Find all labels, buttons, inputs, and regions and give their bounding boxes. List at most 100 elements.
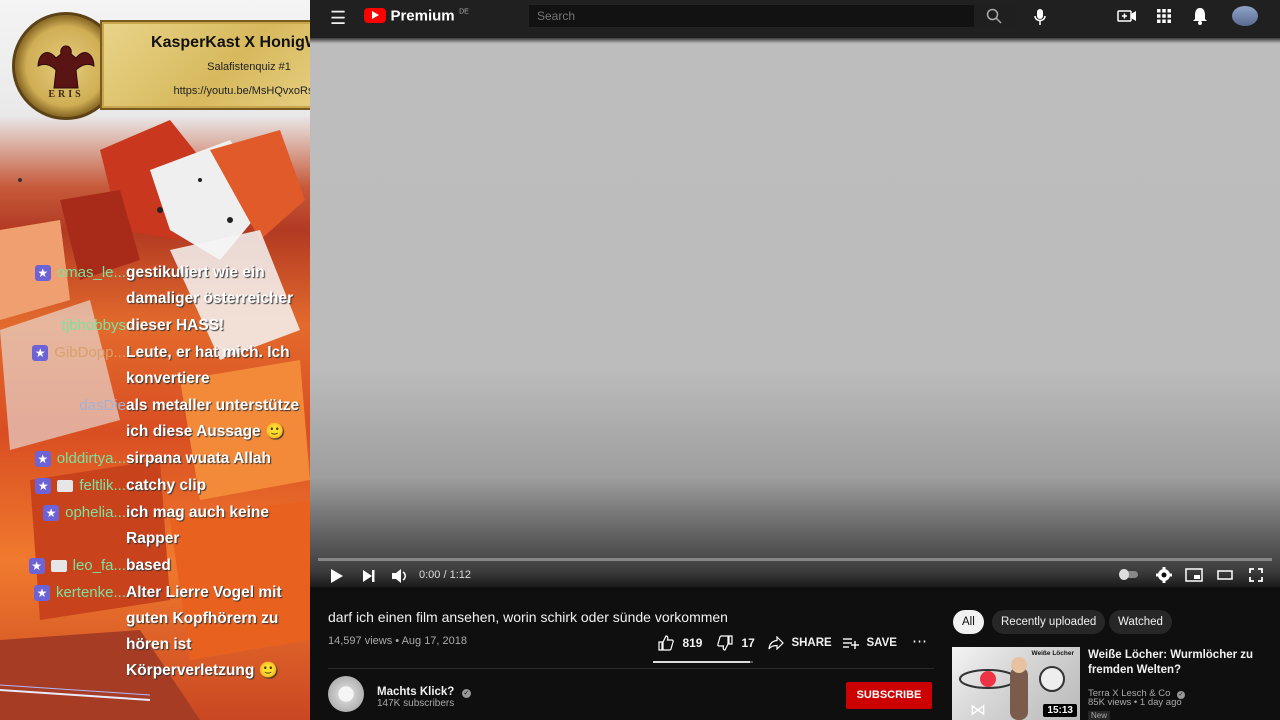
mic-icon[interactable]	[1033, 8, 1047, 26]
autoplay-knob-icon	[1119, 569, 1129, 580]
chat-user[interactable]: ★ feltlik...	[0, 473, 126, 499]
thumbs-up-icon	[658, 635, 674, 651]
verified-icon: ✓	[461, 689, 471, 698]
chat-user[interactable]: ★ kertenke...	[0, 580, 126, 606]
chat-message: ★ omas_le... gestikuliert wie ein damalige…	[0, 260, 310, 312]
subscribe-button[interactable]: SUBSCRIBE	[846, 682, 932, 709]
logo-label: Premium	[390, 7, 455, 25]
fullscreen-icon[interactable]	[1249, 568, 1263, 582]
like-ratio-bar	[653, 661, 753, 663]
chip-recently-uploaded[interactable]: Recently uploaded	[992, 610, 1106, 634]
channel-avatar[interactable]	[328, 676, 364, 712]
chat-message: ★ leo_fa... based	[0, 553, 310, 579]
chat-user[interactable]: ★ ophelia...	[0, 500, 126, 526]
chat-username: omas_le...	[56, 264, 126, 281]
new-badge: New	[1088, 711, 1111, 720]
star-badge-icon: ★	[34, 451, 51, 468]
chat-username: tjbhobbys	[61, 317, 126, 334]
create-video-icon[interactable]	[1117, 8, 1137, 24]
save-label: SAVE	[866, 636, 897, 649]
chat-text: Alter Lierre Vogel mit guten Kopfhörern …	[126, 584, 282, 679]
star-badge-icon: ★	[34, 265, 51, 282]
chat-username: leo_fa...	[72, 557, 126, 574]
share-button[interactable]: SHARE	[768, 634, 832, 652]
chat-user[interactable]: ★ omas_le...	[0, 260, 126, 286]
notifications-icon[interactable]	[1192, 7, 1208, 25]
chat-text: ich mag auch keine Rapper	[126, 504, 269, 547]
chat-text: gestikuliert wie ein damaliger österreic…	[126, 264, 294, 307]
like-button[interactable]: 819	[658, 634, 702, 652]
chat-username: GibDopp...	[54, 344, 126, 361]
play-logo-icon	[364, 8, 386, 24]
video-player[interactable]	[310, 38, 1280, 587]
chat-username: feltlik...	[79, 477, 126, 494]
chat-username: dasDie	[79, 397, 126, 414]
recommended-video[interactable]: ⋈ Weiße Löcher 15:13 Weiße Löcher: Wurml…	[952, 647, 1272, 720]
chat-message: ★ GibDopp... Leute, er hat mich. Ich konve…	[0, 340, 310, 392]
search-icon	[986, 8, 1002, 24]
chat-message: ★ ophelia... ich mag auch keine Rapper	[0, 500, 310, 552]
recommended-meta: 85K views • 1 day ago	[1088, 697, 1182, 708]
chat-text: based	[126, 557, 171, 574]
chat-overlay: ★ omas_le... gestikuliert wie ein damalige…	[0, 260, 310, 685]
sub-badge-icon	[57, 480, 74, 493]
subscriber-count: 147K subscribers	[377, 698, 455, 709]
chat-message: ★ feltlik... catchy clip	[0, 473, 310, 499]
playlist-add-icon	[843, 638, 859, 649]
chat-user[interactable]: ★ GibDopp...	[0, 340, 126, 366]
theater-mode-icon[interactable]	[1217, 570, 1233, 580]
next-icon[interactable]	[362, 569, 376, 583]
share-icon	[768, 635, 784, 651]
sub-badge-icon	[50, 560, 67, 573]
recommended-thumbnail[interactable]: ⋈ Weiße Löcher 15:13	[952, 647, 1080, 720]
chat-message: ★ kertenke... Alter Lierre Vogel mit guten…	[0, 580, 310, 684]
winged-figure-icon	[37, 45, 95, 89]
video-meta: 14,597 views • Aug 17, 2018	[328, 635, 468, 647]
youtube-logo[interactable]: Premium DE	[364, 7, 469, 25]
time-display: 0:00 / 1:12	[419, 569, 471, 581]
chip-all[interactable]: All	[953, 610, 984, 634]
play-icon[interactable]	[330, 568, 344, 584]
apps-icon[interactable]	[1157, 9, 1171, 23]
chat-username: olddirtya...	[56, 450, 126, 467]
recommended-title[interactable]: Weiße Löcher: Wurmlöcher zu fremden Welt…	[1088, 648, 1268, 678]
youtube-topbar: ☰ Premium DE	[310, 0, 1280, 38]
chat-text: catchy clip	[126, 477, 207, 494]
chip-watched[interactable]: Watched	[1109, 610, 1172, 634]
volume-icon[interactable]	[391, 568, 409, 584]
menu-icon[interactable]: ☰	[330, 8, 346, 29]
duration-badge: 15:13	[1043, 704, 1077, 717]
star-badge-icon: ★	[33, 585, 50, 602]
dislike-count: 17	[741, 635, 755, 650]
chat-text: dieser HASS!	[126, 317, 225, 334]
save-button[interactable]: SAVE	[843, 634, 897, 652]
autoplay-toggle[interactable]	[1119, 569, 1138, 580]
miniplayer-icon[interactable]	[1185, 568, 1203, 582]
search-input[interactable]	[528, 4, 986, 28]
settings-icon[interactable]	[1156, 567, 1172, 583]
chat-username: kertenke...	[55, 584, 126, 601]
chat-message: dasDie als metaller unterstütze ich diese…	[0, 393, 310, 445]
logo-region: DE	[459, 8, 469, 16]
chat-user[interactable]: ★ leo_fa...	[0, 553, 126, 579]
search-button[interactable]	[974, 4, 1014, 28]
player-controls: 0:00 / 1:12	[310, 556, 1280, 588]
thumbs-down-icon	[717, 635, 733, 651]
avatar[interactable]	[1232, 6, 1258, 26]
chat-text: sirpana wuata Allah	[126, 450, 271, 467]
star-badge-icon: ★	[28, 558, 45, 575]
chat-user[interactable]: ★ olddirtya...	[0, 446, 126, 472]
chat-text: als metaller unterstütze ich diese Aussa…	[126, 397, 300, 440]
star-badge-icon: ★	[32, 345, 49, 362]
dislike-button[interactable]: 17	[717, 634, 755, 652]
chat-username: ophelia...	[65, 504, 126, 521]
share-label: SHARE	[791, 636, 832, 649]
more-actions-button[interactable]: ⋯	[912, 632, 927, 650]
chat-user[interactable]: tjbhobbys	[0, 313, 126, 339]
star-badge-icon: ★	[35, 478, 52, 495]
chat-message: ★ olddirtya... sirpana wuata Allah	[0, 446, 310, 472]
thumbnail-caption: Weiße Löcher	[1031, 650, 1074, 657]
chat-text: Leute, er hat mich. Ich konvertiere	[126, 344, 290, 387]
chat-user[interactable]: dasDie	[0, 393, 126, 419]
progress-bar[interactable]	[318, 558, 1272, 561]
